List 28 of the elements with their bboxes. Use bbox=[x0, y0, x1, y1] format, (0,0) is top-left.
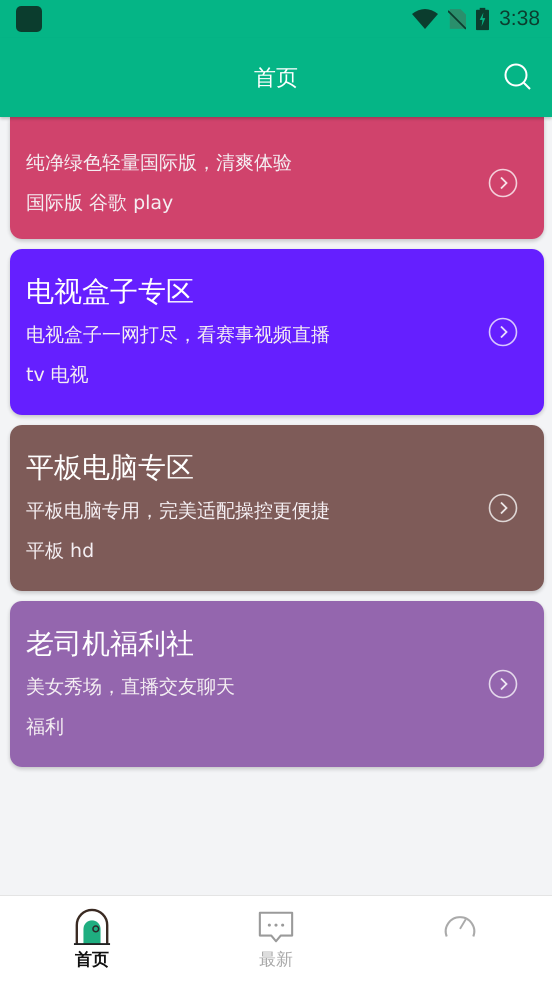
page-title: 首页 bbox=[254, 64, 298, 92]
chevron-circle-icon[interactable] bbox=[488, 669, 518, 699]
wifi-icon bbox=[412, 9, 438, 29]
nav-tab[interactable]: 首页 bbox=[0, 896, 184, 984]
search-icon[interactable] bbox=[504, 63, 532, 91]
category-card[interactable]: 老司机福利社 美女秀场，直播交友聊天 福利 bbox=[10, 601, 544, 767]
card-tags: 福利 bbox=[26, 707, 488, 747]
card-description: 纯净绿色轻量国际版，清爽体验 bbox=[26, 151, 293, 176]
category-card[interactable]: 纯净绿色轻量国际版，清爽体验 国际版 谷歌 play bbox=[10, 117, 544, 239]
chevron-circle-icon[interactable] bbox=[488, 493, 518, 523]
card-title: 平板电脑专区 bbox=[26, 450, 195, 486]
chevron-circle-icon[interactable] bbox=[488, 317, 518, 347]
card-title: 老司机福利社 bbox=[26, 626, 195, 662]
arch-door-icon bbox=[73, 908, 111, 946]
card-title: 电视盒子专区 bbox=[26, 274, 195, 310]
card-tags: 国际版 谷歌 play bbox=[26, 183, 488, 223]
clock-time: 3:38 bbox=[499, 7, 540, 31]
app-icon bbox=[16, 6, 42, 32]
battery-charging-icon bbox=[476, 7, 490, 31]
no-sim-icon bbox=[448, 8, 466, 30]
card-tags: 平板 hd bbox=[26, 531, 488, 571]
card-description: 美女秀场，直播交友聊天 bbox=[26, 675, 236, 700]
category-card[interactable]: 电视盒子专区 电视盒子一网打尽，看赛事视频直播 tv 电视 bbox=[10, 249, 544, 415]
card-description: 平板电脑专用，完美适配操控更便捷 bbox=[26, 499, 331, 524]
chevron-circle-icon[interactable] bbox=[488, 168, 518, 198]
category-card[interactable]: 平板电脑专区 平板电脑专用，完美适配操控更便捷 平板 hd bbox=[10, 425, 544, 591]
card-description: 电视盒子一网打尽，看赛事视频直播 bbox=[26, 323, 331, 348]
card-tags: tv 电视 bbox=[26, 355, 488, 395]
